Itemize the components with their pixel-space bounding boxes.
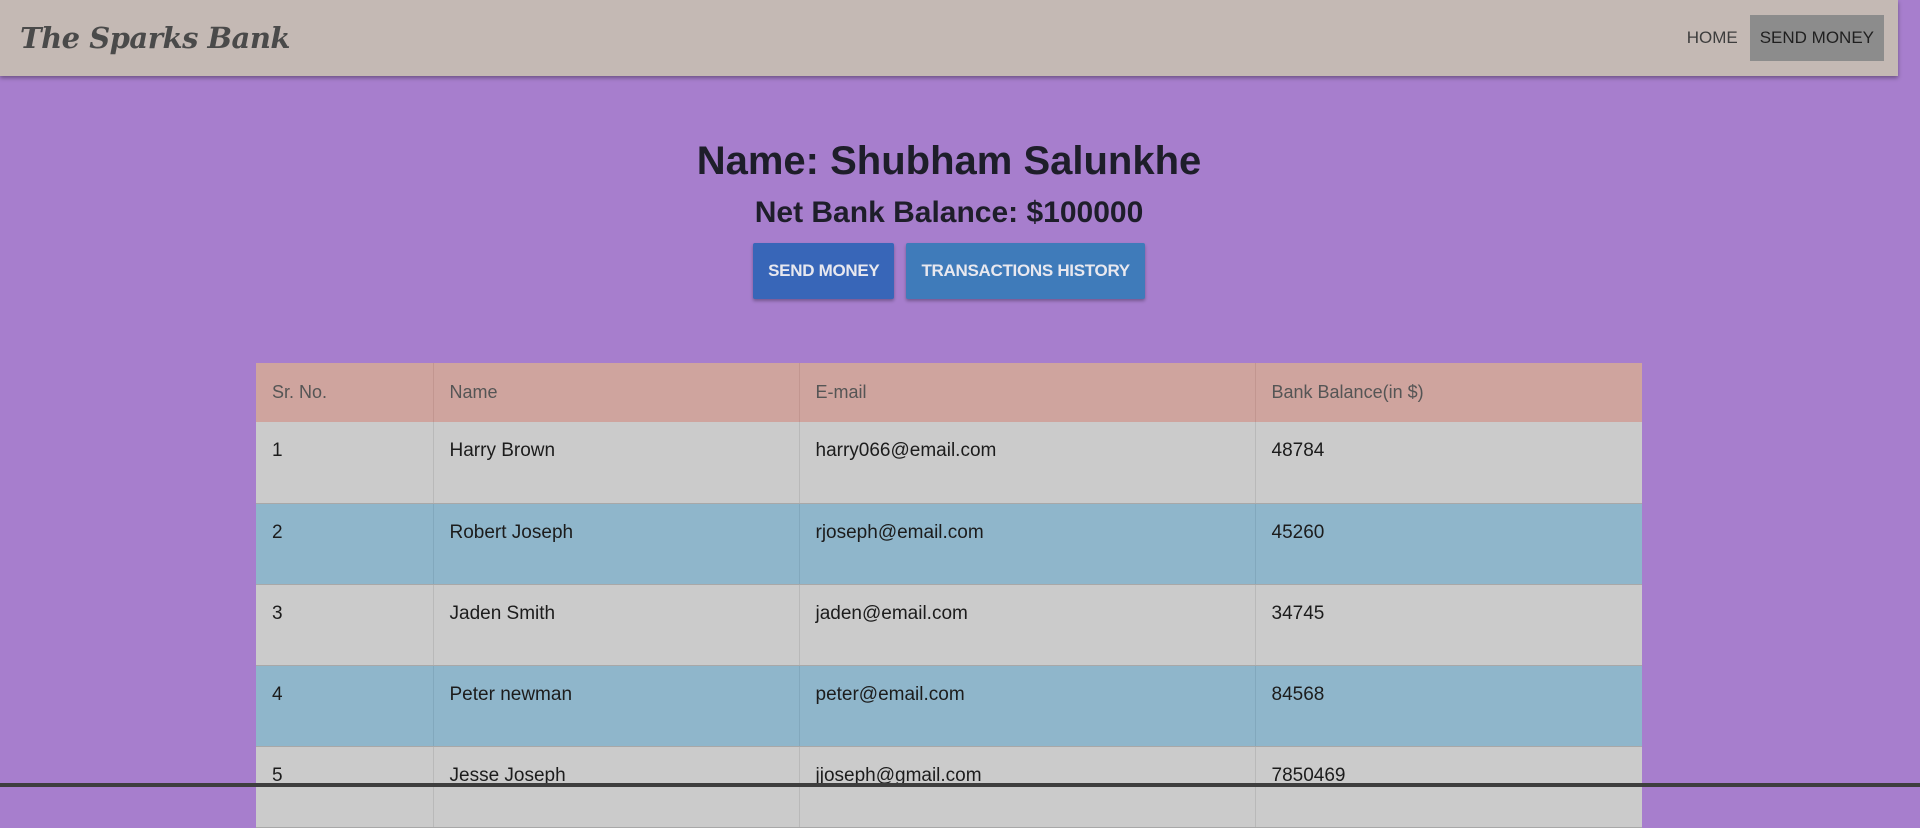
table-row: 2 Robert Joseph rjoseph@email.com 45260 xyxy=(256,503,1642,585)
user-name: Name: Shubham Salunkhe xyxy=(696,139,1202,183)
cell-name: Peter newman xyxy=(433,665,800,747)
cell-balance: 45260 xyxy=(1255,503,1642,585)
cell-balance: 84568 xyxy=(1255,665,1642,747)
brand-logo[interactable]: The Sparks Bank xyxy=(20,21,291,55)
cell-balance: 48784 xyxy=(1255,422,1642,504)
table-row: 4 Peter newman peter@email.com 84568 xyxy=(256,665,1642,747)
header-email: E-mail xyxy=(799,363,1256,422)
navbar: The Sparks Bank HOME SEND MONEY xyxy=(0,0,1898,76)
customers-table: Sr. No. Name E-mail Bank Balance(in $) 1… xyxy=(256,363,1642,828)
cell-email: rjoseph@email.com xyxy=(799,503,1256,585)
cell-name: Jaden Smith xyxy=(433,584,800,666)
send-money-button[interactable]: SEND MONEY xyxy=(753,243,895,299)
cell-balance: 34745 xyxy=(1255,584,1642,666)
cell-sr-no: 1 xyxy=(256,422,434,504)
header-balance: Bank Balance(in $) xyxy=(1255,363,1642,422)
nav-link-home[interactable]: HOME xyxy=(1677,15,1748,61)
cell-sr-no: 4 xyxy=(256,665,434,747)
cell-email: peter@email.com xyxy=(799,665,1256,747)
customers-table-container: Sr. No. Name E-mail Bank Balance(in $) 1… xyxy=(256,363,1642,828)
action-buttons: SEND MONEY TRANSACTIONS HISTORY xyxy=(0,243,1898,299)
cell-name: Harry Brown xyxy=(433,422,800,504)
cell-email: harry066@email.com xyxy=(799,422,1256,504)
nav-links: HOME SEND MONEY xyxy=(1677,0,1884,76)
profile-header: Name: Shubham Salunkhe Net Bank Balance:… xyxy=(0,135,1898,299)
net-balance: Net Bank Balance: $100000 xyxy=(754,196,1144,229)
table-header-row: Sr. No. Name E-mail Bank Balance(in $) xyxy=(256,363,1642,422)
header-name: Name xyxy=(433,363,800,422)
cell-sr-no: 2 xyxy=(256,503,434,585)
table-row: 1 Harry Brown harry066@email.com 48784 xyxy=(256,422,1642,504)
window-bottom-edge xyxy=(0,783,1920,787)
header-sr-no: Sr. No. xyxy=(256,363,434,422)
cell-name: Robert Joseph xyxy=(433,503,800,585)
nav-link-send-money[interactable]: SEND MONEY xyxy=(1749,15,1884,61)
cell-sr-no: 3 xyxy=(256,584,434,666)
table-row: 3 Jaden Smith jaden@email.com 34745 xyxy=(256,584,1642,666)
cell-email: jaden@email.com xyxy=(799,584,1256,666)
transactions-history-button[interactable]: TRANSACTIONS HISTORY xyxy=(906,243,1145,299)
